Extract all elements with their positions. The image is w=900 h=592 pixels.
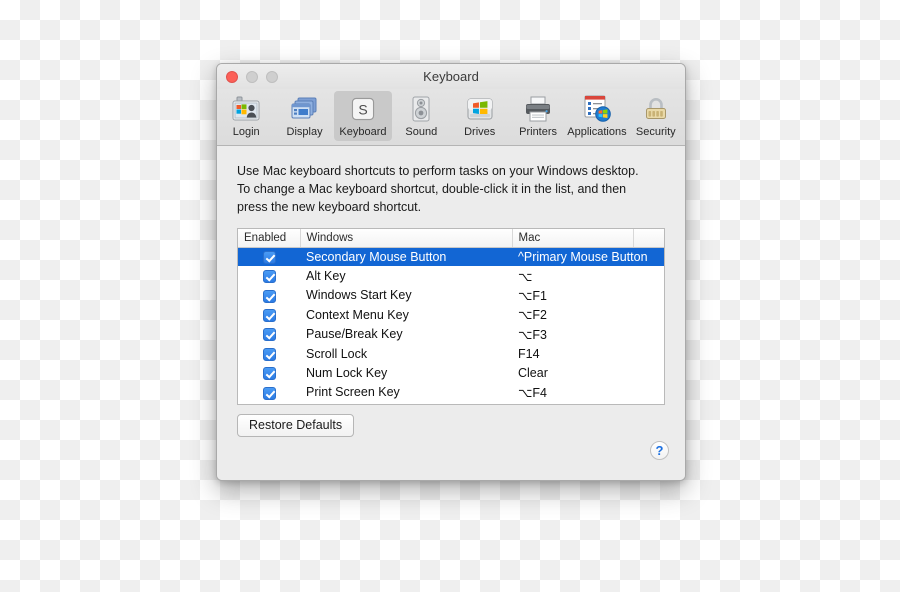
- toolbar-item-sound[interactable]: Sound: [392, 91, 450, 141]
- bottom-controls: Restore Defaults: [237, 414, 665, 437]
- hard-drive-icon: [464, 93, 496, 125]
- checkbox-checked-icon[interactable]: [262, 251, 276, 265]
- row-windows-label: Scroll Lock: [306, 346, 368, 361]
- toolbar-item-label: Applications: [567, 126, 627, 138]
- column-header-mac[interactable]: Mac: [512, 229, 634, 248]
- toolbar-item-label: Display: [286, 126, 323, 138]
- toolbar-item-label: Security: [635, 126, 676, 138]
- toolbar-item-label: Drives: [464, 126, 496, 138]
- row-windows-label: Context Menu Key: [306, 307, 409, 322]
- checkbox-checked-icon[interactable]: [262, 386, 276, 400]
- row-enabled-checkbox-cell[interactable]: [238, 266, 300, 285]
- row-mac-shortcut[interactable]: F14: [512, 344, 664, 363]
- minimize-button-icon[interactable]: [246, 70, 258, 83]
- checkbox-checked-icon[interactable]: [262, 328, 276, 342]
- row-mac-shortcut[interactable]: ⌥F2: [512, 305, 664, 324]
- row-windows-label: Alt Key: [306, 269, 346, 284]
- traffic-light-group: [226, 70, 278, 83]
- row-enabled-checkbox-cell[interactable]: [238, 344, 300, 363]
- keyboard-settings-pane: Use Mac keyboard shortcuts to perform ta…: [217, 146, 685, 480]
- table-row[interactable]: Context Menu Key ⌥F2: [238, 305, 664, 324]
- checkbox-checked-icon[interactable]: [262, 308, 276, 322]
- checkbox-checked-icon[interactable]: [262, 289, 276, 303]
- row-enabled-checkbox-cell[interactable]: [238, 247, 300, 266]
- row-mac-shortcut[interactable]: ⌥: [512, 266, 664, 285]
- keyboard-key-s-icon: S: [347, 93, 379, 125]
- table-row[interactable]: Alt Key ⌥: [238, 266, 664, 285]
- table-row[interactable]: Print Screen Key ⌥F4: [238, 383, 664, 402]
- row-enabled-checkbox-cell[interactable]: [238, 363, 300, 382]
- row-mac-shortcut[interactable]: ⌥F4: [512, 383, 664, 402]
- toolbar-item-label: Login: [232, 126, 260, 138]
- applications-icon: [581, 93, 613, 125]
- row-enabled-checkbox-cell[interactable]: [238, 383, 300, 402]
- toolbar-item-drives[interactable]: Drives: [451, 91, 509, 141]
- toolbar-item-label: Keyboard: [339, 126, 387, 138]
- speaker-icon: [405, 93, 437, 125]
- checkbox-checked-icon[interactable]: [262, 367, 276, 381]
- toolbar-item-printers[interactable]: Printers: [509, 91, 567, 141]
- table-row[interactable]: Windows Start Key ⌥F1: [238, 286, 664, 305]
- table-header-row: Enabled Windows Mac: [238, 229, 664, 248]
- display-windows-icon: [289, 93, 321, 125]
- shortcuts-table: Enabled Windows Mac Secondary Mouse Butt…: [238, 229, 664, 402]
- row-windows-label: Print Screen Key: [306, 385, 400, 400]
- row-windows-label: Secondary Mouse Button: [306, 249, 447, 264]
- row-mac-shortcut[interactable]: Clear: [512, 363, 664, 382]
- toolbar-item-applications[interactable]: Applications: [567, 91, 627, 141]
- toolbar-item-keyboard[interactable]: S Keyboard: [333, 91, 393, 141]
- help-button[interactable]: ?: [650, 441, 669, 460]
- window-titlebar: Keyboard: [217, 64, 685, 89]
- restore-defaults-button[interactable]: Restore Defaults: [237, 414, 355, 437]
- table-row[interactable]: Secondary Mouse Button ^Primary Mouse But…: [238, 247, 664, 267]
- toolbar-item-label: Printers: [519, 126, 558, 138]
- row-mac-shortcut[interactable]: ⌥F1: [512, 286, 664, 305]
- svg-text:S: S: [358, 102, 367, 118]
- row-windows-label: Pause/Break Key: [306, 327, 403, 342]
- row-enabled-checkbox-cell[interactable]: [238, 305, 300, 324]
- row-mac-shortcut[interactable]: ⌥F3: [512, 325, 664, 344]
- close-button-icon[interactable]: [226, 70, 238, 83]
- row-enabled-checkbox-cell[interactable]: [238, 325, 300, 344]
- table-row[interactable]: Num Lock Key Clear: [238, 363, 664, 382]
- printer-icon: [522, 93, 554, 125]
- toolbar-item-display[interactable]: Display: [275, 91, 333, 141]
- checkbox-checked-icon[interactable]: [262, 270, 276, 284]
- shortcuts-table-header: Enabled Windows Mac: [238, 229, 664, 248]
- zoom-button-icon[interactable]: [266, 70, 278, 83]
- padlock-icon: [640, 93, 672, 125]
- row-windows-label: Num Lock Key: [306, 366, 388, 381]
- checkbox-checked-icon[interactable]: [262, 347, 276, 361]
- toolbar-item-label: Sound: [405, 126, 438, 138]
- shortcuts-table-container[interactable]: Enabled Windows Mac Secondary Mouse Butt…: [237, 228, 665, 405]
- row-mac-shortcut[interactable]: ^Primary Mouse Button: [512, 247, 664, 266]
- table-row[interactable]: Scroll Lock F14: [238, 344, 664, 363]
- toolbar-item-security[interactable]: Security: [627, 91, 685, 141]
- row-windows-label: Windows Start Key: [306, 288, 412, 303]
- pane-description: Use Mac keyboard shortcuts to perform ta…: [237, 164, 639, 214]
- login-badge-icon: [230, 93, 262, 125]
- shortcuts-table-body: Secondary Mouse Button ^Primary Mouse But…: [238, 247, 664, 402]
- window-title: Keyboard: [423, 69, 479, 84]
- keyboard-preferences-window: Keyboard Login Display S Keyboard Sound …: [216, 63, 686, 481]
- row-enabled-checkbox-cell[interactable]: [238, 286, 300, 305]
- table-row[interactable]: Pause/Break Key ⌥F3: [238, 325, 664, 344]
- toolbar-item-login[interactable]: Login: [217, 91, 275, 141]
- column-header-enabled[interactable]: Enabled: [238, 229, 301, 248]
- preferences-toolbar: Login Display S Keyboard Sound Drives Pr…: [217, 89, 685, 146]
- column-header-spacer: [633, 229, 664, 248]
- column-header-windows[interactable]: Windows: [300, 229, 513, 248]
